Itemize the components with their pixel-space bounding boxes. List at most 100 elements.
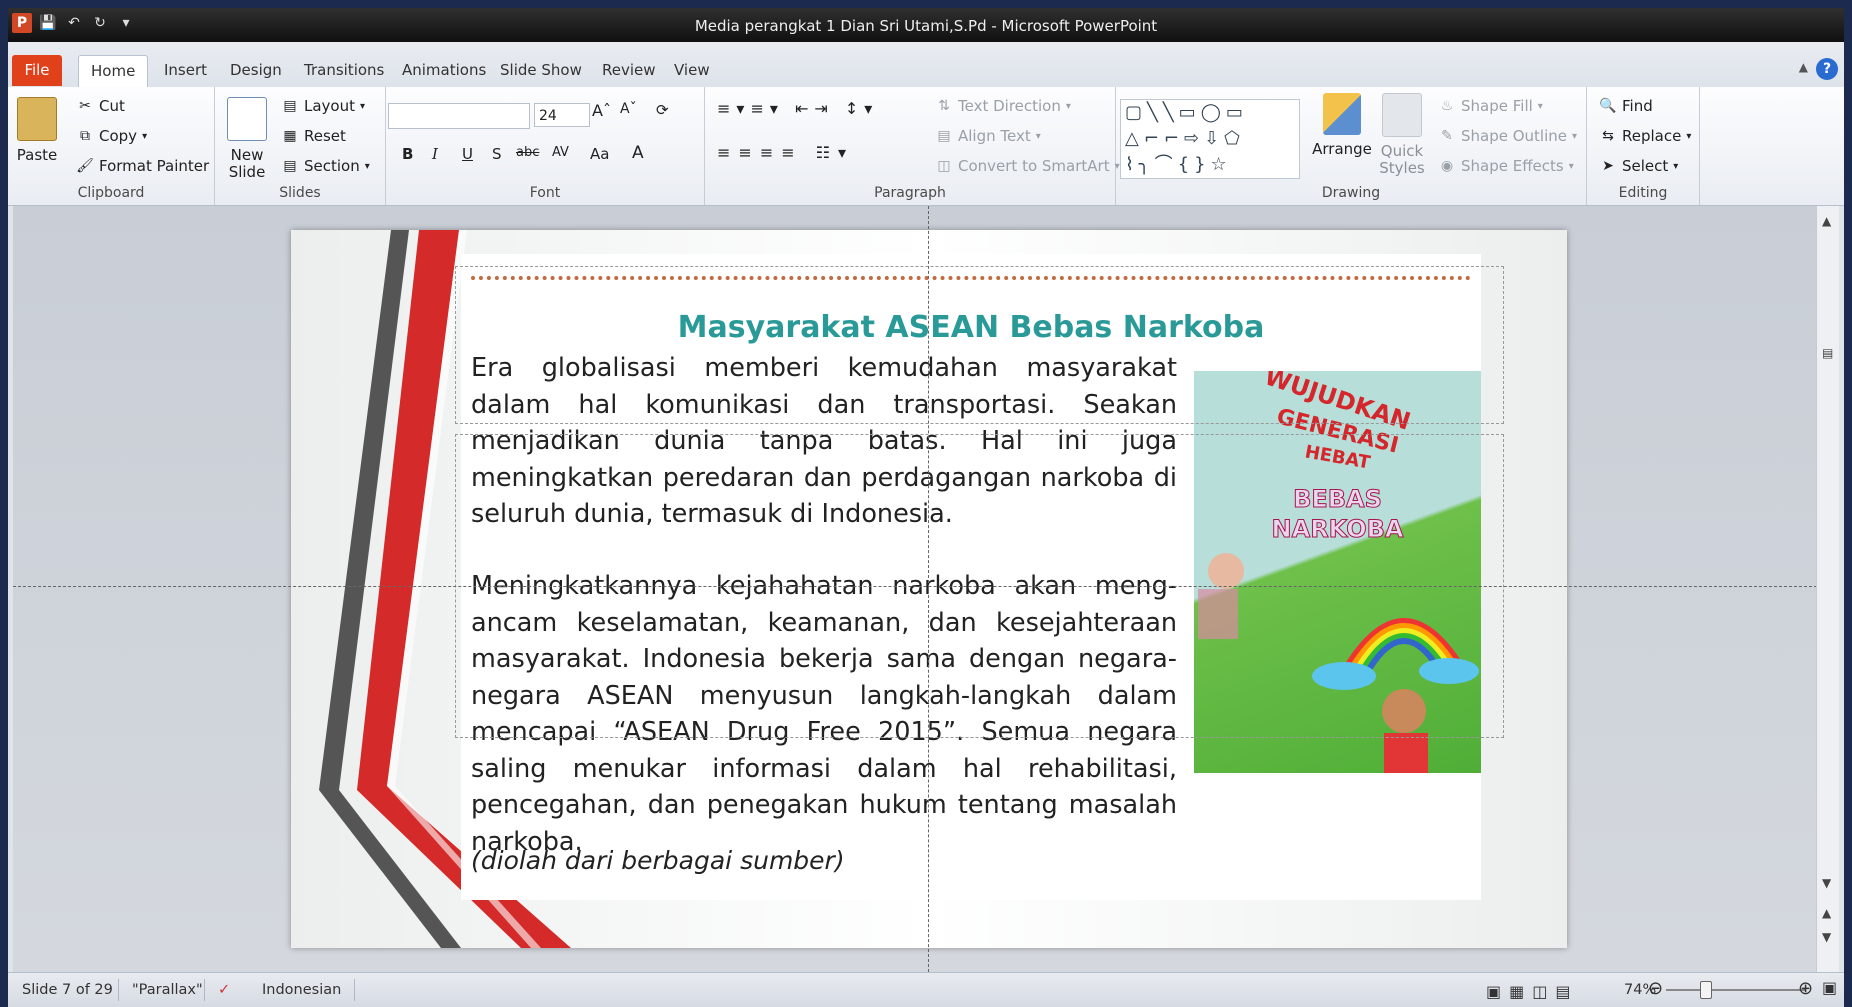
layout-button[interactable]: ▤ Layout ▾ bbox=[281, 97, 365, 115]
next-slide-icon[interactable]: ▼ bbox=[1822, 930, 1831, 944]
minimize-ribbon-icon[interactable]: ▲ bbox=[1799, 60, 1808, 74]
font-group: Aˆ Aˇ ⟳ B I U S abc AV Aa A Font bbox=[386, 87, 705, 205]
tab-file[interactable]: File bbox=[12, 55, 62, 86]
help-icon[interactable]: ? bbox=[1816, 58, 1838, 80]
tab-home[interactable]: Home bbox=[78, 55, 149, 87]
scissors-icon: ✂ bbox=[79, 98, 91, 114]
scroll-up-icon[interactable]: ▲ bbox=[1822, 214, 1831, 228]
clipboard-group-label: Clipboard bbox=[77, 185, 145, 201]
fit-to-window-icon[interactable]: ▣ bbox=[1822, 978, 1837, 997]
language-indicator[interactable]: Indonesian bbox=[262, 982, 341, 998]
smartart-icon: ◫ bbox=[937, 158, 951, 174]
tab-insert[interactable]: Insert bbox=[152, 55, 219, 86]
shrink-font-button[interactable]: Aˇ bbox=[620, 101, 637, 117]
status-separator bbox=[204, 979, 205, 1001]
drawing-group: Arrange Quick Styles ♨ Shape Fill ▾ ✎ Shape … bbox=[1116, 87, 1587, 205]
horizontal-guide[interactable] bbox=[13, 586, 1817, 587]
arrange-icon bbox=[1323, 93, 1361, 135]
brush-icon: 🖌 bbox=[76, 158, 94, 174]
grow-font-button[interactable]: Aˆ bbox=[592, 101, 611, 120]
new-slide-button[interactable]: New Slide bbox=[223, 97, 271, 181]
clear-formatting-icon[interactable]: ⟳ bbox=[656, 101, 669, 119]
text-direction-icon: ⇅ bbox=[938, 98, 950, 114]
slides-group-label: Slides bbox=[279, 185, 321, 201]
select-button[interactable]: ➤ Select ▾ bbox=[1599, 157, 1678, 175]
quick-styles-button[interactable]: Quick Styles bbox=[1376, 93, 1428, 177]
tab-transitions[interactable]: Transitions bbox=[292, 55, 396, 86]
view-buttons[interactable]: ▣▦◫▤ bbox=[1486, 982, 1578, 1001]
pencil-icon: ✎ bbox=[1441, 128, 1453, 144]
align-text-button[interactable]: ▤ Align Text ▾ bbox=[935, 127, 1040, 145]
scroll-thumb-icon[interactable]: ▤ bbox=[1822, 346, 1833, 360]
ribbon: Paste ✂ Cut ⧉ Copy ▾ 🖌 Format Painter Clipbo… bbox=[8, 87, 1844, 206]
zoom-slider-thumb[interactable] bbox=[1700, 981, 1712, 999]
status-separator bbox=[354, 979, 355, 1001]
slides-group: New Slide ▤ Layout ▾ ▦ Reset ▤ Section ▾ Slide… bbox=[215, 87, 386, 205]
drawing-group-label: Drawing bbox=[1321, 185, 1381, 201]
slide-editor[interactable]: Masyarakat ASEAN Bebas Narkoba Era globa… bbox=[13, 206, 1839, 972]
copy-button[interactable]: ⧉ Copy ▾ bbox=[76, 127, 147, 145]
shadow-button[interactable]: S bbox=[492, 145, 502, 163]
zoom-slider[interactable] bbox=[1666, 989, 1806, 991]
slide-counter: Slide 7 of 29 bbox=[22, 982, 113, 998]
editing-group-label: Editing bbox=[1618, 185, 1668, 201]
paste-icon bbox=[17, 97, 57, 141]
powerpoint-window: P 💾 ↶ ↻ ▾ Media perangkat 1 Dian Sri Uta… bbox=[8, 8, 1844, 1007]
list-buttons[interactable]: ≡▾≡▾ ⇤⇥ ↕▾ bbox=[717, 99, 878, 118]
new-slide-icon bbox=[227, 97, 267, 141]
strikethrough-button[interactable]: abc bbox=[516, 145, 539, 160]
replace-button[interactable]: ⇆ Replace ▾ bbox=[1599, 127, 1691, 145]
vertical-scrollbar[interactable]: ▲ ▤ ▼ ▲ ▼ bbox=[1816, 206, 1839, 972]
reset-button[interactable]: ▦ Reset bbox=[281, 127, 346, 145]
convert-smartart-button[interactable]: ◫ Convert to SmartArt ▾ bbox=[935, 157, 1119, 175]
cursor-icon: ➤ bbox=[1602, 158, 1614, 174]
font-group-label: Font bbox=[529, 185, 561, 201]
shape-effects-button[interactable]: ◉ Shape Effects ▾ bbox=[1438, 157, 1574, 175]
replace-icon: ⇆ bbox=[1602, 128, 1614, 144]
theme-name[interactable]: "Parallax" bbox=[132, 982, 203, 998]
text-direction-button[interactable]: ⇅ Text Direction ▾ bbox=[935, 97, 1071, 115]
character-spacing-button[interactable]: AV bbox=[552, 145, 569, 160]
format-painter-button[interactable]: 🖌 Format Painter bbox=[76, 157, 209, 175]
tab-review[interactable]: Review bbox=[590, 55, 668, 86]
scroll-down-icon[interactable]: ▼ bbox=[1822, 876, 1831, 890]
vertical-guide[interactable] bbox=[928, 206, 929, 972]
title-bar: P 💾 ↶ ↻ ▾ Media perangkat 1 Dian Sri Uta… bbox=[8, 8, 1844, 42]
title-placeholder-outline bbox=[455, 266, 1504, 424]
alignment-buttons[interactable]: ≡≡≡≡ ☷▾ bbox=[717, 143, 854, 162]
binoculars-icon: 🔍 bbox=[1599, 98, 1617, 114]
window-title: Media perangkat 1 Dian Sri Utami,S.Pd - … bbox=[694, 17, 1158, 35]
cut-button[interactable]: ✂ Cut bbox=[76, 97, 125, 115]
underline-button[interactable]: U bbox=[462, 145, 473, 163]
tab-animations[interactable]: Animations bbox=[390, 55, 498, 86]
shape-fill-button[interactable]: ♨ Shape Fill ▾ bbox=[1438, 97, 1543, 115]
zoom-in-icon[interactable]: ⊕ bbox=[1798, 978, 1813, 999]
effects-icon: ◉ bbox=[1440, 158, 1454, 174]
paragraph-group-label: Paragraph bbox=[874, 185, 946, 201]
section-icon: ▤ bbox=[283, 158, 297, 174]
status-separator bbox=[118, 979, 119, 1001]
tab-view[interactable]: View bbox=[662, 55, 722, 86]
reset-icon: ▦ bbox=[283, 128, 297, 144]
spelling-check-icon[interactable]: ✓ bbox=[218, 982, 230, 998]
section-button[interactable]: ▤ Section ▾ bbox=[281, 157, 369, 175]
paragraph-group: ≡▾≡▾ ⇤⇥ ↕▾ ≡≡≡≡ ☷▾ ⇅ Text Direction ▾ ▤ Ali… bbox=[705, 87, 1120, 205]
paste-button[interactable]: Paste bbox=[14, 97, 60, 164]
shape-outline-button[interactable]: ✎ Shape Outline ▾ bbox=[1438, 127, 1577, 145]
clipboard-group: Paste ✂ Cut ⧉ Copy ▾ 🖌 Format Painter Clipbo… bbox=[8, 87, 215, 205]
copy-icon: ⧉ bbox=[80, 128, 90, 144]
quick-styles-icon bbox=[1382, 93, 1422, 137]
paint-bucket-icon: ♨ bbox=[1440, 98, 1454, 114]
zoom-out-icon[interactable]: ⊖ bbox=[1648, 978, 1663, 999]
align-text-icon: ▤ bbox=[937, 128, 951, 144]
font-color-button[interactable]: A bbox=[632, 143, 644, 163]
change-case-button[interactable]: Aa bbox=[590, 145, 609, 163]
previous-slide-icon[interactable]: ▲ bbox=[1822, 906, 1831, 920]
arrange-button[interactable]: Arrange bbox=[1312, 93, 1372, 158]
italic-button[interactable]: I bbox=[432, 145, 438, 163]
find-button[interactable]: 🔍 Find bbox=[1599, 97, 1652, 115]
bold-button[interactable]: B bbox=[402, 145, 413, 163]
tab-design[interactable]: Design bbox=[218, 55, 294, 86]
tab-slide-show[interactable]: Slide Show bbox=[488, 55, 594, 86]
source-note[interactable]: (diolah dari berbagai sumber) bbox=[471, 846, 845, 875]
